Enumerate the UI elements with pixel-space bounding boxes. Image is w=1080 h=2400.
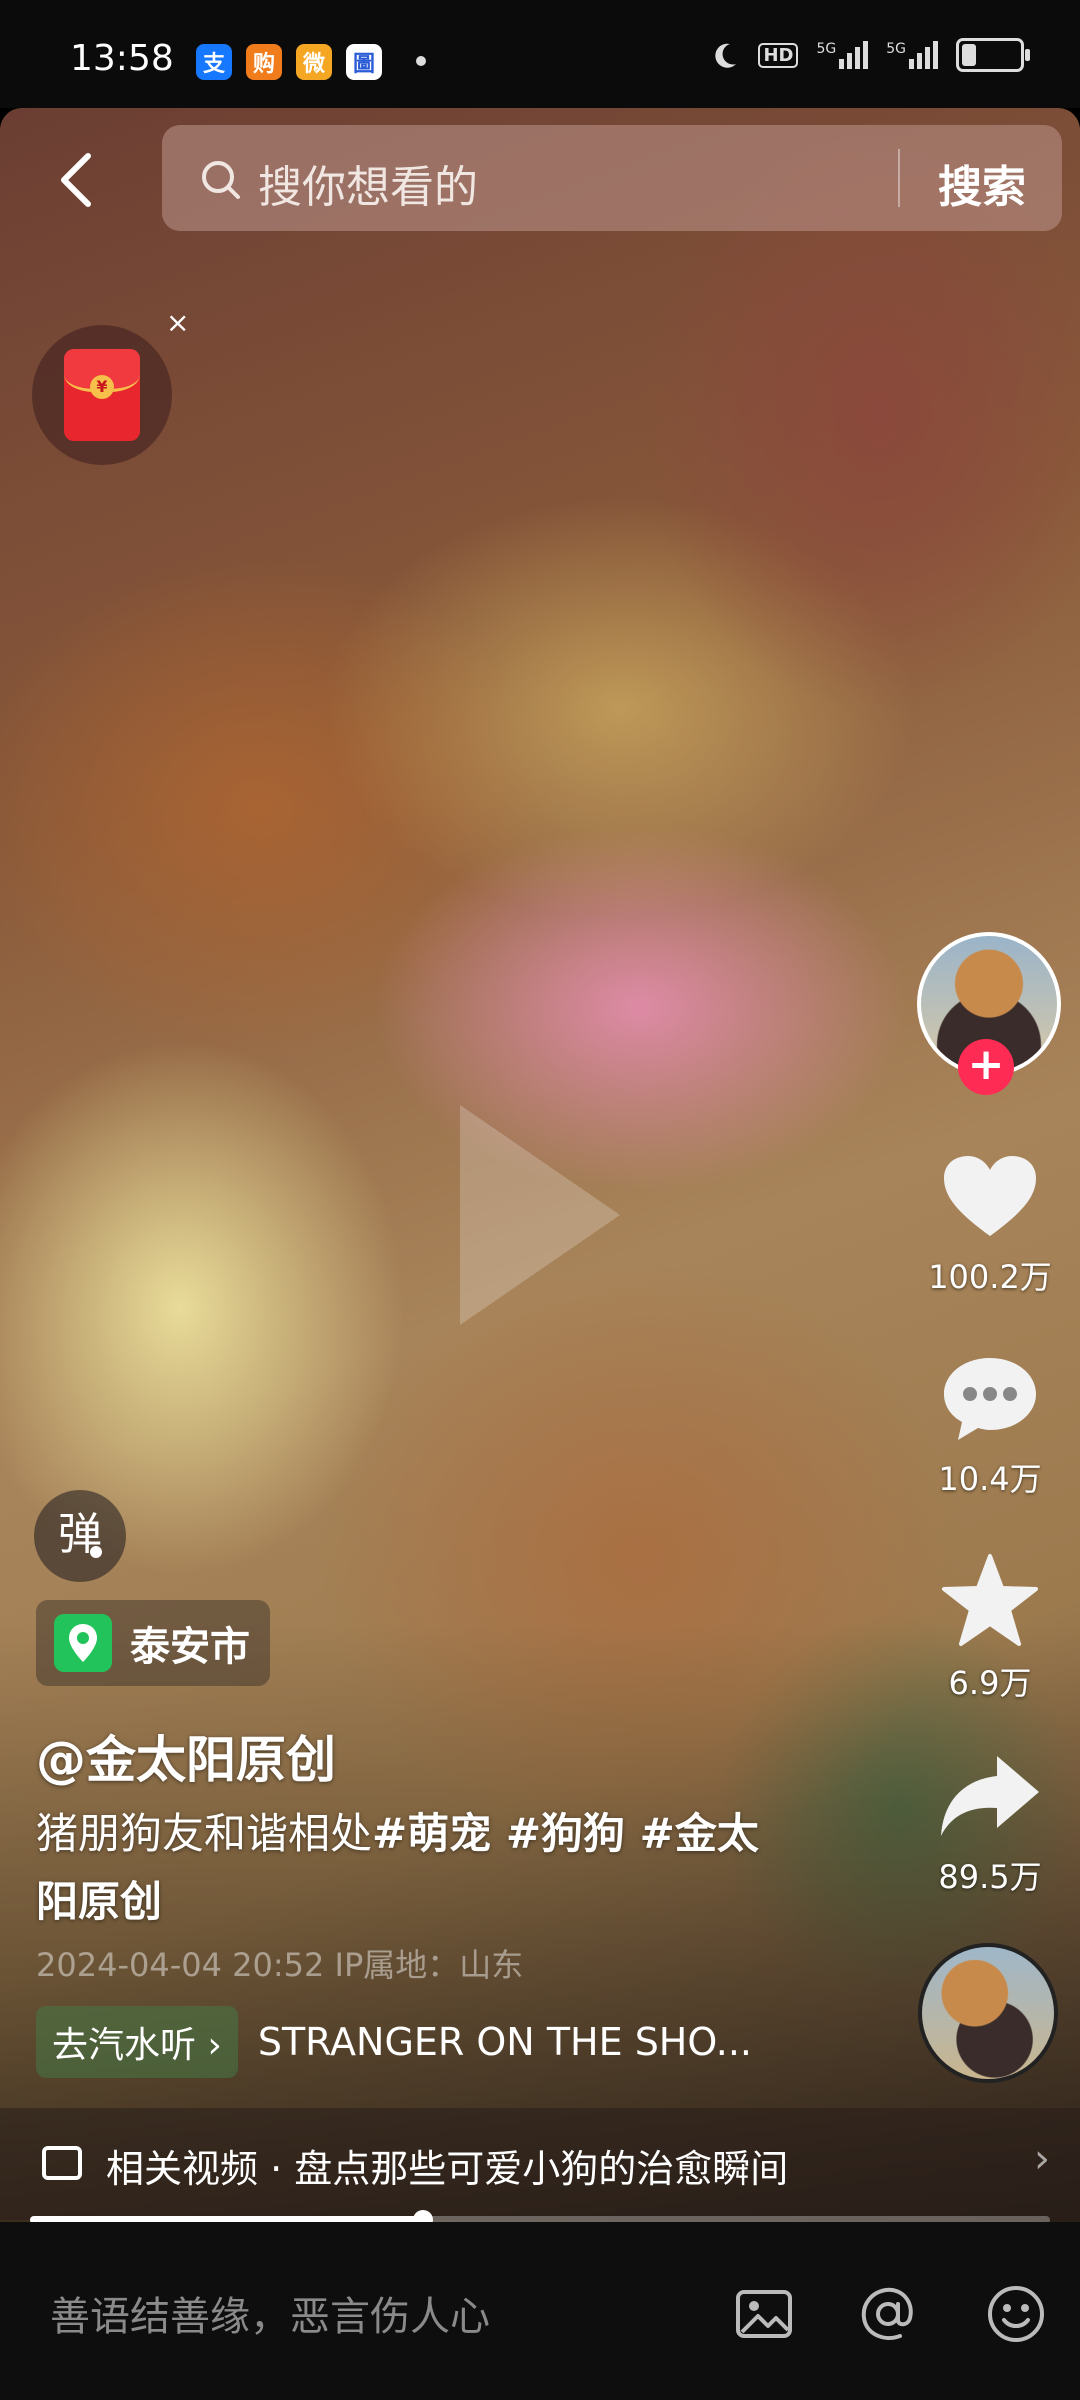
status-bar: 13:58 支 购 微 圖 HD 5G 5G bbox=[0, 0, 1080, 108]
emoji-icon[interactable] bbox=[984, 2282, 1048, 2346]
battery-icon bbox=[956, 38, 1030, 72]
signal-icon: 5G bbox=[886, 41, 938, 69]
like-button[interactable]: 100.2万 bbox=[910, 1152, 1070, 1298]
heart-icon bbox=[944, 1156, 1036, 1236]
alipay-icon: 支 bbox=[196, 44, 232, 80]
share-button[interactable]: 89.5万 bbox=[910, 1752, 1070, 1898]
play-icon[interactable] bbox=[460, 1105, 620, 1325]
music-disc[interactable] bbox=[918, 1943, 1058, 2083]
back-arrow-icon[interactable] bbox=[50, 150, 110, 210]
moon-icon bbox=[715, 43, 737, 68]
comment-count: 10.4万 bbox=[938, 1460, 1042, 1498]
chevron-right-icon: › bbox=[1034, 2136, 1050, 2182]
post-meta: 2024-04-04 20:52 IP属地：山东 bbox=[36, 1946, 524, 1984]
related-videos-bar[interactable]: 相关视频 · 盘点那些可爱小狗的治愈瞬间 › bbox=[0, 2108, 1080, 2220]
red-packet-close-icon[interactable]: × bbox=[166, 306, 189, 339]
red-envelope-icon: ¥ bbox=[64, 349, 140, 441]
share-count: 89.5万 bbox=[938, 1858, 1042, 1896]
like-count: 100.2万 bbox=[928, 1258, 1052, 1296]
description-text: 猪朋狗友和谐相处 bbox=[36, 1809, 373, 1858]
status-time: 13:58 bbox=[70, 38, 174, 79]
calendar-app-icon: 圖 bbox=[346, 44, 382, 80]
location-tag[interactable]: 泰安市 bbox=[36, 1600, 270, 1686]
comment-input[interactable]: 善语结善缘，恶言伤人心 bbox=[50, 2284, 490, 2342]
author-name[interactable]: @金太阳原创 bbox=[36, 1720, 336, 1792]
related-videos-label: 相关视频 · 盘点那些可爱小狗的治愈瞬间 bbox=[106, 2147, 789, 2191]
search-input[interactable]: 搜你想看的 bbox=[258, 151, 478, 215]
comment-bubble-icon bbox=[944, 1358, 1036, 1440]
video-list-icon bbox=[42, 2146, 82, 2180]
follow-button[interactable]: + bbox=[958, 1039, 1014, 1095]
danmu-toggle-button[interactable]: 弹 bbox=[34, 1490, 126, 1582]
search-bar[interactable]: 搜你想看的 搜索 bbox=[162, 125, 1062, 231]
share-arrow-icon bbox=[941, 1756, 1039, 1836]
comment-bar: 善语结善缘，恶言伤人心 bbox=[0, 2222, 1080, 2400]
mention-at-icon[interactable] bbox=[856, 2282, 920, 2346]
location-pin-icon bbox=[54, 1614, 112, 1672]
status-app-icons: 支 购 微 圖 bbox=[196, 44, 382, 80]
listen-on-qishui-button[interactable]: 去汽水听 › bbox=[36, 2006, 238, 2078]
favorite-count: 6.9万 bbox=[948, 1664, 1032, 1702]
favorite-button[interactable]: 6.9万 bbox=[910, 1552, 1070, 1704]
search-icon bbox=[202, 161, 240, 199]
shopping-app-icon: 购 bbox=[246, 44, 282, 80]
video-description: 猪朋狗友和谐相处#萌宠 #狗狗 #金太阳原创 bbox=[36, 1800, 796, 1936]
signal-icon: 5G bbox=[816, 41, 869, 69]
search-button[interactable]: 搜索 bbox=[938, 151, 1026, 215]
music-row[interactable]: 去汽水听 › STRANGER ON THE SHO... bbox=[36, 2006, 752, 2078]
star-icon bbox=[942, 1554, 1038, 1646]
music-title[interactable]: STRANGER ON THE SHO... bbox=[258, 2020, 752, 2064]
weibo-icon: 微 bbox=[296, 44, 332, 80]
notification-dot bbox=[416, 56, 426, 66]
status-indicators: HD 5G 5G bbox=[710, 38, 1030, 72]
red-packet-widget[interactable]: ¥ bbox=[32, 325, 172, 465]
image-icon[interactable] bbox=[732, 2282, 796, 2346]
search-divider bbox=[898, 149, 900, 207]
hd-icon: HD bbox=[758, 42, 799, 68]
comment-button[interactable]: 10.4万 bbox=[910, 1352, 1070, 1500]
location-label: 泰安市 bbox=[130, 1624, 250, 1670]
